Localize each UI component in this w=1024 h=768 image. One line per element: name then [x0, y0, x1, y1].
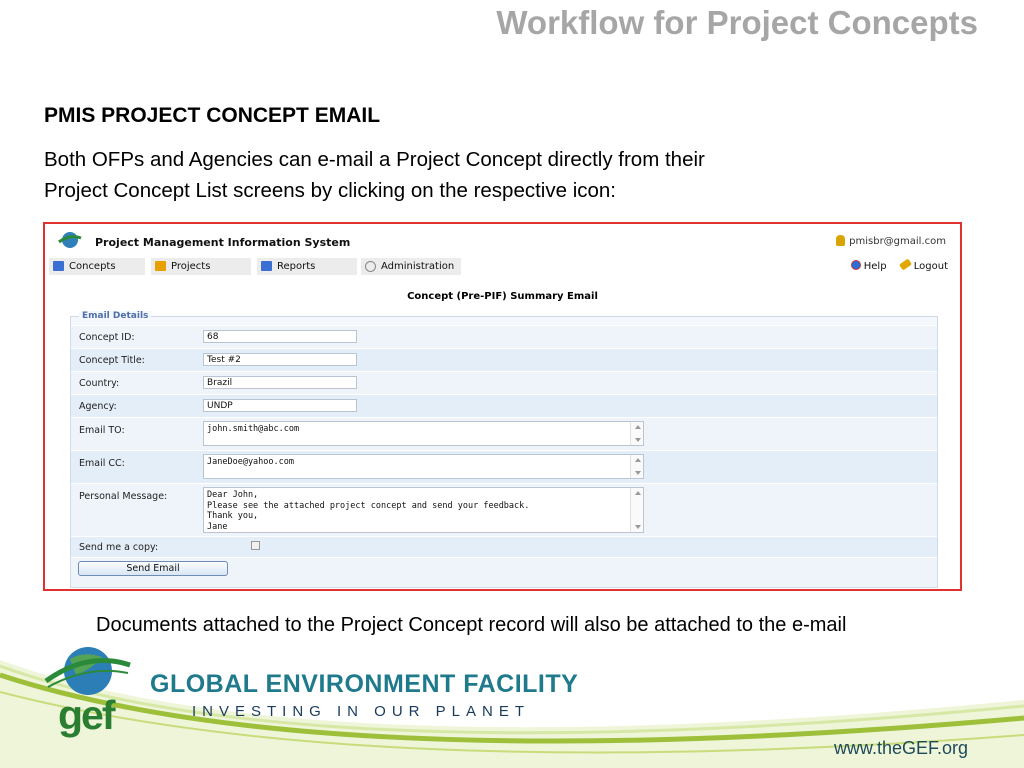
scroll-up-icon	[635, 458, 641, 462]
email-cc-label: Email CC:	[79, 458, 125, 469]
email-details-fieldset: Email Details Concept ID: 68 Concept Tit…	[70, 311, 938, 588]
concept-id-input[interactable]: 68	[203, 330, 357, 343]
app-header: Project Management Information System pm…	[45, 224, 960, 256]
email-to-label: Email TO:	[79, 425, 125, 436]
app-title: Project Management Information System	[95, 236, 351, 249]
nav-bar: Concepts Projects Reports Administration…	[45, 257, 960, 277]
concept-title-label: Concept Title:	[79, 355, 145, 366]
personal-message-textarea[interactable]: Dear John, Please see the attached proje…	[203, 487, 644, 533]
page-heading: Concept (Pre-PIF) Summary Email	[407, 291, 598, 302]
body-line-2: Project Concept List screens by clicking…	[44, 179, 616, 202]
email-cc-textarea[interactable]: JaneDoe@yahoo.com	[203, 454, 644, 479]
slide-heading: PMIS PROJECT CONCEPT EMAIL	[44, 104, 381, 127]
tab-label: Concepts	[69, 261, 116, 272]
country-input[interactable]: Brazil	[203, 376, 357, 389]
pmis-screenshot: Project Management Information System pm…	[43, 222, 962, 591]
row-email-cc: Email CC: JaneDoe@yahoo.com	[71, 450, 937, 483]
org-tagline: INVESTING IN OUR PLANET	[192, 703, 531, 720]
tab-label: Reports	[277, 261, 316, 272]
projects-icon	[155, 261, 166, 271]
country-label: Country:	[79, 378, 120, 389]
key-icon	[898, 258, 912, 271]
row-send-button: Send Email	[71, 557, 937, 587]
personal-message-text: Dear John, Please see the attached proje…	[207, 490, 530, 532]
personal-message-label: Personal Message:	[79, 491, 168, 502]
row-personal-message: Personal Message: Dear John, Please see …	[71, 483, 937, 536]
gef-logo-text: gef	[58, 692, 115, 738]
tab-label: Administration	[381, 261, 455, 272]
tab-projects[interactable]: Projects	[151, 258, 251, 275]
row-agency: Agency: UNDP	[71, 394, 937, 417]
scroll-up-icon	[635, 491, 641, 495]
send-copy-checkbox[interactable]	[251, 541, 260, 550]
help-icon	[850, 260, 861, 270]
tab-concepts[interactable]: Concepts	[49, 258, 145, 275]
row-email-to: Email TO: john.smith@abc.com	[71, 417, 937, 450]
pmis-globe-icon	[58, 232, 82, 248]
fieldset-legend: Email Details	[79, 311, 152, 321]
slide-body: Both OFPs and Agencies can e-mail a Proj…	[44, 144, 824, 206]
agency-label: Agency:	[79, 401, 117, 412]
row-concept-id: Concept ID: 68	[71, 325, 937, 348]
user-area[interactable]: pmisbr@gmail.com	[836, 235, 946, 247]
tab-label: Projects	[171, 261, 211, 272]
user-icon	[836, 235, 846, 246]
send-email-button[interactable]: Send Email	[78, 561, 228, 576]
tab-reports[interactable]: Reports	[257, 258, 357, 275]
website-link[interactable]: www.theGEF.org	[834, 738, 968, 759]
help-link[interactable]: Help	[850, 260, 887, 272]
scroll-up-icon	[635, 425, 641, 429]
row-concept-title: Concept Title: Test #2	[71, 348, 937, 371]
body-line-1: Both OFPs and Agencies can e-mail a Proj…	[44, 148, 705, 171]
row-send-copy: Send me a copy:	[71, 536, 937, 557]
concepts-icon	[53, 261, 64, 271]
user-email[interactable]: pmisbr@gmail.com	[849, 236, 946, 247]
slide-title: Workflow for Project Concepts	[496, 4, 978, 41]
personal-message-scrollbar[interactable]	[630, 488, 643, 532]
email-to-scrollbar[interactable]	[630, 422, 643, 445]
gear-icon	[365, 261, 376, 272]
email-cc-scrollbar[interactable]	[630, 455, 643, 478]
email-cc-text: JaneDoe@yahoo.com	[207, 457, 294, 467]
scroll-down-icon	[635, 525, 641, 529]
scroll-down-icon	[635, 438, 641, 442]
agency-input[interactable]: UNDP	[203, 399, 357, 412]
logout-label: Logout	[913, 261, 948, 272]
row-country: Country: Brazil	[71, 371, 937, 394]
email-to-text: john.smith@abc.com	[207, 424, 300, 434]
send-copy-label: Send me a copy:	[79, 542, 159, 553]
reports-icon	[261, 261, 272, 271]
help-label: Help	[863, 261, 887, 272]
email-to-textarea[interactable]: john.smith@abc.com	[203, 421, 644, 446]
scroll-down-icon	[635, 471, 641, 475]
org-name: GLOBAL ENVIRONMENT FACILITY	[150, 670, 579, 698]
concept-title-input[interactable]: Test #2	[203, 353, 357, 366]
tab-administration[interactable]: Administration	[361, 258, 461, 275]
logout-link[interactable]: Logout	[898, 258, 948, 272]
nav-right: Help Logout	[841, 258, 948, 272]
concept-id-label: Concept ID:	[79, 332, 135, 343]
